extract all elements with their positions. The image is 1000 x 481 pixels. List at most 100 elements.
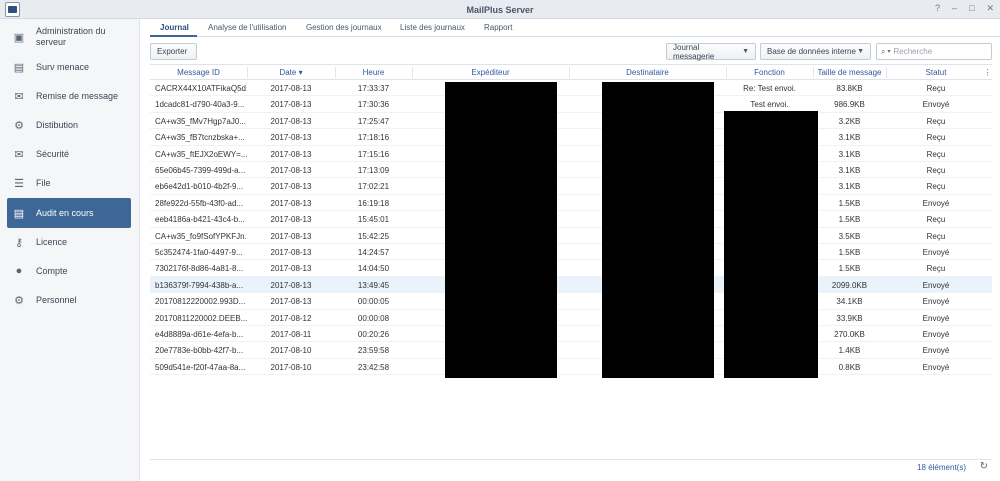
size-cell: 1.5KB — [838, 264, 861, 274]
size-cell: 1.5KB — [838, 215, 861, 225]
tab-log-list[interactable]: Liste des journaux — [400, 23, 465, 32]
col-function[interactable]: Fonction — [726, 68, 813, 77]
status-cell: Envoyé — [922, 346, 950, 356]
size-cell: 34.1KB — [836, 297, 863, 307]
sidebar-item-8[interactable]: ⚷ Licence — [7, 232, 131, 252]
date-cell: 2017-08-11 — [270, 330, 312, 339]
message-id-cell: eeb4186a-b421-43c4-b... — [155, 215, 245, 225]
sidebar-item-label: Audit en cours — [36, 207, 94, 218]
sidebar-item-7[interactable]: ▤ Audit en cours — [7, 198, 131, 228]
tab-report[interactable]: Rapport — [484, 23, 512, 32]
table-row[interactable]: 20170812220002.993D... 2017-08-13 00:00:05… — [150, 293, 992, 310]
time-cell: 14:04:50 — [357, 264, 390, 274]
time-cell: 23:59:58 — [357, 346, 390, 356]
function-cell: Re: Test envoi. — [743, 84, 796, 93]
table-row[interactable]: CA+w35_ftEJX2oEWY=... 2017-08-13 17:15:16 3… — [150, 146, 992, 162]
database-select[interactable]: Base de données interne ▼ — [760, 43, 871, 60]
table-row[interactable]: b136379f-7994-438b-a... 2017-08-13 13:49:4… — [150, 276, 992, 294]
server-icon: ▣ — [13, 31, 25, 44]
table-row[interactable]: 509d541e-f20f-47aa-8a... 2017-08-10 23:42:… — [150, 359, 992, 376]
date-cell: 2017-08-13 — [270, 166, 312, 175]
time-cell: 17:25:47 — [357, 116, 390, 126]
filter-caret-icon: ▾ — [887, 49, 891, 55]
search-input[interactable]: ⌕ ▾ Recherche — [876, 43, 992, 60]
size-cell: 3.1KB — [838, 182, 861, 192]
export-button[interactable]: Exporter — [150, 43, 197, 60]
table-row[interactable]: eb6e42d1-b010-4b2f-9... 2017-08-13 17:02:2… — [150, 178, 992, 195]
help-icon[interactable]: ? — [935, 3, 940, 14]
col-message-id[interactable]: Message ID — [150, 68, 247, 77]
table-header: Message ID Date ▾ Heure Expéditeur Desti… — [150, 64, 992, 80]
date-cell: 2017-08-13 — [270, 297, 312, 307]
user-icon: ● — [15, 265, 23, 277]
size-cell: 3.1KB — [838, 149, 861, 159]
table-row[interactable]: CA+w35_fMv7Hgp7aJ0... 2017-08-13 17:25:47 3… — [150, 113, 992, 130]
table-row[interactable]: 20e7783e-b0bb-42f7-b... 2017-08-10 23:59:5… — [150, 342, 992, 359]
table-row[interactable]: CACRX44X10ATFikaQ5d... 2017-08-13 17:33:37… — [150, 80, 992, 97]
window-controls: ? – □ ✕ — [935, 3, 994, 14]
message-delivery-icon: ✉ — [14, 90, 24, 103]
col-message-size[interactable]: Taille de message — [813, 68, 886, 77]
col-sender[interactable]: Expéditeur — [412, 68, 569, 77]
function-cell: Test envoi. — [750, 100, 789, 110]
table-row[interactable]: 28fe922d-55fb-43f0-ad... 2017-08-13 16:19:… — [150, 195, 992, 212]
maximize-icon[interactable]: □ — [969, 3, 974, 14]
time-cell: 15:45:01 — [357, 215, 390, 225]
table-row[interactable]: 7302176f-8d86-4a81-8... 2017-08-13 14:04:5… — [150, 260, 992, 277]
status-cell: Reçu — [926, 166, 946, 175]
tab-log-management[interactable]: Gestion des journaux — [306, 23, 382, 32]
column-options-icon[interactable]: ⋮ — [983, 68, 992, 77]
tab-usage-analysis[interactable]: Analyse de l'utilisation — [208, 23, 286, 32]
table-row[interactable]: 20170811220002.DEEB... 2017-08-12 00:00:08… — [150, 310, 992, 326]
size-cell: 3.1KB — [838, 133, 861, 143]
redaction-block-sender — [445, 82, 557, 378]
export-label: Exporter — [157, 47, 188, 56]
time-cell: 17:33:37 — [357, 84, 390, 93]
table-row[interactable]: eeb4186a-b421-43c4-b... 2017-08-13 15:45:0… — [150, 211, 992, 228]
date-cell: 2017-08-13 — [270, 84, 312, 93]
message-id-cell: CA+w35_ftEJX2oEWY=... — [155, 149, 247, 159]
item-count: 18 élément(s) — [917, 463, 966, 472]
date-cell: 2017-08-13 — [270, 116, 312, 126]
table-row[interactable]: CA+w35_fB7tcnzbska+... 2017-08-13 17:18:16… — [150, 129, 992, 146]
date-cell: 2017-08-12 — [270, 313, 312, 323]
sidebar-item-5[interactable]: ✉ Sécurité — [7, 144, 131, 164]
col-date-label: Date — [279, 68, 297, 77]
time-cell: 17:02:21 — [357, 182, 390, 192]
log-type-select[interactable]: Journal messagerie ▼ — [666, 43, 756, 61]
table-row[interactable]: e4d8889a-d61e-4efa-b... 2017-08-11 00:20:2… — [150, 326, 992, 343]
sidebar-item-1[interactable]: ▣ Administration du serveur — [7, 23, 131, 51]
chevron-down-icon: ▼ — [857, 48, 864, 55]
message-id-cell: CA+w35_fB7tcnzbska+... — [155, 133, 245, 143]
col-date[interactable]: Date ▾ — [247, 68, 335, 77]
status-cell: Reçu — [926, 215, 946, 225]
col-recipient[interactable]: Destinataire — [569, 68, 726, 77]
table-row[interactable]: 65e06b45-7399-499d-a... 2017-08-13 17:13:0… — [150, 162, 992, 179]
message-id-cell: 7302176f-8d86-4a81-8... — [155, 264, 244, 274]
table-row[interactable]: 1dcadc81-d790-40a3-9... 2017-08-13 17:30:3… — [150, 96, 992, 113]
size-cell: 2099.0KB — [831, 280, 868, 290]
col-status[interactable]: Statut — [886, 68, 986, 77]
table-row[interactable]: 5c352474-1fa0-4497-9... 2017-08-13 14:24:5… — [150, 244, 992, 261]
minimize-icon[interactable]: – — [952, 3, 957, 14]
date-cell: 2017-08-10 — [270, 362, 312, 372]
status-cell: Reçu — [926, 133, 946, 143]
key-icon: ⚷ — [14, 236, 24, 249]
sidebar-item-9[interactable]: ● Compte — [7, 261, 131, 281]
message-id-cell: 65e06b45-7399-499d-a... — [155, 166, 246, 175]
sidebar-item-10[interactable]: ⚙ Personnel — [7, 290, 131, 310]
status-cell: Reçu — [926, 149, 946, 159]
col-time[interactable]: Heure — [335, 68, 412, 77]
sidebar-item-4[interactable]: ⚙ Distibution — [7, 115, 131, 135]
date-cell: 2017-08-13 — [270, 149, 312, 159]
close-icon[interactable]: ✕ — [986, 3, 994, 14]
sidebar-item-2[interactable]: ▤ Surv menace — [7, 57, 131, 77]
size-cell: 270.0KB — [834, 330, 865, 339]
table-row[interactable]: CA+w35_fo9fSofYPKFJn... 2017-08-13 15:42:2… — [150, 228, 992, 244]
refresh-icon[interactable]: ↻ — [980, 461, 988, 472]
sidebar-item-3[interactable]: ✉ Remise de message — [7, 86, 131, 106]
sidebar-item-6[interactable]: ☰ File — [7, 173, 131, 193]
tab-journal[interactable]: Journal — [160, 23, 189, 32]
sidebar-item-label: File — [36, 177, 51, 188]
active-tab-indicator — [150, 35, 197, 37]
